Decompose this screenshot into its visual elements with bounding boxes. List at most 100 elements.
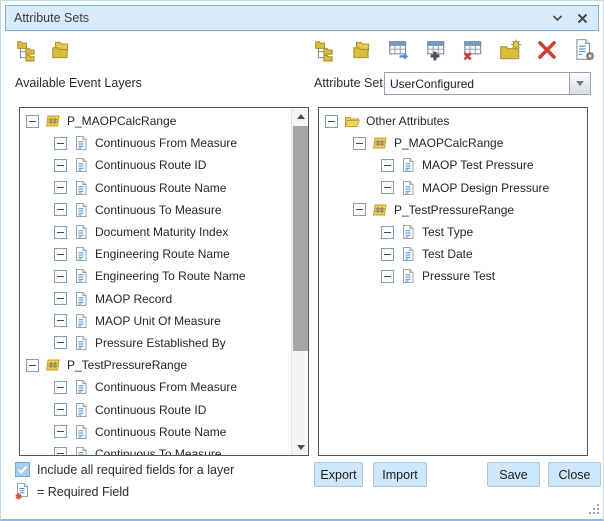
- collapse-toggle-icon[interactable]: [54, 425, 67, 438]
- attribute-set-tree: Other AttributesP_MAOPCalcRangeMAOP Test…: [319, 108, 587, 455]
- scrollbar-thumb[interactable]: [293, 126, 308, 351]
- collapse-toggle-icon[interactable]: [325, 115, 338, 128]
- field-icon: [73, 180, 89, 196]
- collapse-toggle-icon[interactable]: [54, 226, 67, 239]
- vertical-scrollbar[interactable]: [291, 108, 308, 455]
- collapse-toggle-icon[interactable]: [54, 248, 67, 261]
- tree-item[interactable]: Continuous To Measure: [20, 199, 291, 221]
- titlebar[interactable]: Attribute Sets: [5, 5, 599, 31]
- tree-item[interactable]: MAOP Record: [20, 288, 291, 310]
- dock-chevron-icon[interactable]: [548, 9, 566, 27]
- delete-icon[interactable]: [535, 38, 559, 62]
- collapse-toggle-icon[interactable]: [54, 292, 67, 305]
- tree-item[interactable]: Other Attributes: [319, 110, 587, 132]
- tree-item-label: Continuous To Measure: [95, 203, 222, 217]
- field-icon: [73, 424, 89, 440]
- tree-item[interactable]: Continuous From Measure: [20, 132, 291, 154]
- tree-item[interactable]: MAOP Unit Of Measure: [20, 310, 291, 332]
- resize-grip-icon[interactable]: [588, 503, 601, 516]
- tree-item[interactable]: Continuous Route ID: [20, 154, 291, 176]
- field-icon: [400, 157, 416, 173]
- tree-item-label: Pressure Established By: [95, 336, 226, 350]
- tree-item[interactable]: Continuous Route Name: [20, 177, 291, 199]
- scroll-down-icon[interactable]: [292, 439, 309, 455]
- tree-item[interactable]: Pressure Established By: [20, 332, 291, 354]
- import-button[interactable]: Import: [373, 462, 427, 487]
- event-layer-icon: [372, 135, 388, 151]
- collapse-toggle-icon[interactable]: [54, 314, 67, 327]
- tree-item[interactable]: Engineering Route Name: [20, 243, 291, 265]
- tree-item-label: Continuous Route ID: [95, 158, 206, 172]
- tree-item[interactable]: Document Maturity Index: [20, 221, 291, 243]
- field-icon: [400, 268, 416, 284]
- open-folders-icon[interactable]: [49, 38, 73, 62]
- field-icon: [400, 224, 416, 240]
- collapse-toggle-icon[interactable]: [353, 203, 366, 216]
- tree-item[interactable]: P_MAOPCalcRange: [319, 132, 587, 154]
- scroll-up-icon[interactable]: [292, 108, 309, 124]
- tree-item-label: P_TestPressureRange: [394, 203, 514, 217]
- collapse-toggle-icon[interactable]: [26, 359, 39, 372]
- document-settings-icon[interactable]: [572, 38, 596, 62]
- collapse-toggle-icon[interactable]: [54, 270, 67, 283]
- folder-settings-icon[interactable]: [498, 38, 522, 62]
- collapse-toggle-icon[interactable]: [54, 336, 67, 349]
- include-required-fields-checkbox[interactable]: [15, 462, 30, 477]
- collapse-toggle-icon[interactable]: [353, 137, 366, 150]
- tree-item[interactable]: Continuous From Measure: [20, 376, 291, 398]
- collapse-toggle-icon[interactable]: [54, 447, 67, 455]
- folder-open-icon: [344, 113, 360, 129]
- new-event-layer-tree-icon[interactable]: [313, 38, 337, 62]
- field-icon: [73, 402, 89, 418]
- collapse-toggle-icon[interactable]: [54, 403, 67, 416]
- attribute-set-dropdown[interactable]: UserConfigured: [384, 72, 591, 95]
- tree-item[interactable]: Test Type: [319, 221, 587, 243]
- collapse-toggle-icon[interactable]: [54, 181, 67, 194]
- table-add-icon[interactable]: [424, 38, 448, 62]
- tree-item-label: MAOP Unit Of Measure: [95, 314, 221, 328]
- close-button[interactable]: Close: [548, 462, 601, 487]
- tree-item-label: Continuous From Measure: [95, 380, 237, 394]
- tree-item[interactable]: MAOP Test Pressure: [319, 154, 587, 176]
- tree-item-label: Continuous Route Name: [95, 181, 226, 195]
- tree-item-label: Pressure Test: [422, 269, 495, 283]
- table-export-icon[interactable]: [387, 38, 411, 62]
- tree-item-label: Continuous Route Name: [95, 425, 226, 439]
- attribute-sets-dialog: Attribute Sets Available Event Layers At…: [0, 0, 604, 521]
- tree-item[interactable]: P_TestPressureRange: [319, 199, 587, 221]
- tree-item[interactable]: Engineering To Route Name: [20, 265, 291, 287]
- tree-item[interactable]: P_TestPressureRange: [20, 354, 291, 376]
- available-layers-tree: P_MAOPCalcRangeContinuous From MeasureCo…: [20, 108, 291, 455]
- table-remove-icon[interactable]: [461, 38, 485, 62]
- collapse-toggle-icon[interactable]: [381, 159, 394, 172]
- collapse-toggle-icon[interactable]: [54, 203, 67, 216]
- include-required-fields-row[interactable]: Include all required fields for a layer: [15, 462, 234, 477]
- collapse-toggle-icon[interactable]: [381, 181, 394, 194]
- tree-item[interactable]: Continuous Route ID: [20, 398, 291, 420]
- field-icon: [73, 335, 89, 351]
- tree-item[interactable]: Test Date: [319, 243, 587, 265]
- collapse-toggle-icon[interactable]: [26, 115, 39, 128]
- open-folders-icon[interactable]: [350, 38, 374, 62]
- toolbar-left: [15, 38, 73, 62]
- collapse-toggle-icon[interactable]: [381, 226, 394, 239]
- tree-item-label: Document Maturity Index: [95, 225, 228, 239]
- tree-item[interactable]: Continuous To Measure: [20, 443, 291, 455]
- collapse-toggle-icon[interactable]: [54, 381, 67, 394]
- collapse-toggle-icon[interactable]: [54, 159, 67, 172]
- toolbar-right: [313, 38, 596, 62]
- tree-item[interactable]: P_MAOPCalcRange: [20, 110, 291, 132]
- dropdown-arrow-icon[interactable]: [569, 73, 590, 94]
- collapse-toggle-icon[interactable]: [54, 137, 67, 150]
- collapse-toggle-icon[interactable]: [381, 248, 394, 261]
- required-field-legend-label: = Required Field: [37, 485, 129, 499]
- close-icon[interactable]: [573, 9, 591, 27]
- tree-item[interactable]: Continuous Route Name: [20, 421, 291, 443]
- tree-item[interactable]: MAOP Design Pressure: [319, 177, 587, 199]
- tree-item[interactable]: Pressure Test: [319, 265, 587, 287]
- collapse-toggle-icon[interactable]: [381, 270, 394, 283]
- field-icon: [73, 313, 89, 329]
- export-button[interactable]: Export: [314, 462, 363, 487]
- save-button[interactable]: Save: [487, 462, 540, 487]
- new-event-layer-tree-icon[interactable]: [15, 38, 39, 62]
